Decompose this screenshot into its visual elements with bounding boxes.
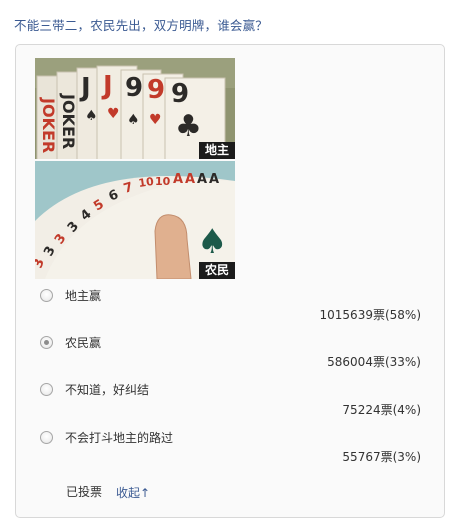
option-label: 地主赢 bbox=[65, 289, 102, 303]
card-a-3: A bbox=[197, 172, 207, 187]
farmer-tag: 农民 bbox=[198, 262, 235, 279]
radio-button[interactable] bbox=[40, 289, 53, 302]
radio-button[interactable] bbox=[40, 383, 53, 396]
heart-icon: ♥ bbox=[149, 112, 162, 128]
spade-icon: ♠ bbox=[85, 108, 98, 124]
radio-button-checked[interactable] bbox=[40, 336, 53, 349]
club-icon: ♣ bbox=[175, 109, 202, 144]
card-joker-black: JOKER bbox=[59, 93, 78, 149]
vote-count: 55767票(3%) bbox=[342, 450, 421, 464]
option-label: 农民赢 bbox=[65, 336, 102, 350]
collapse-link[interactable]: 收起↑ bbox=[116, 484, 150, 501]
option-label: 不知道，好纠结 bbox=[65, 383, 150, 397]
card-10-a: 10 bbox=[138, 175, 155, 190]
card-9-spade: 9 bbox=[125, 73, 143, 103]
farmer-hand-photo: 3 3 3 3 4 5 6 7 10 10 A A A A ♠ 农民 bbox=[35, 161, 235, 279]
card-10-b: 10 bbox=[155, 175, 171, 188]
poll-question: 不能三带二，农民先出，双方明牌，谁会赢？ bbox=[14, 18, 269, 33]
card-9-club: 9 bbox=[171, 79, 189, 109]
landlord-hand-photo: JOKER JOKER J J 9 9 9 ♠ ♥ ♠ ♥ ♣ 地主 bbox=[35, 58, 235, 159]
vote-count: 1015639票(58%) bbox=[319, 308, 421, 322]
landlord-tag: 地主 bbox=[198, 142, 235, 159]
card-a-4: A bbox=[209, 172, 219, 187]
heart-icon: ♥ bbox=[107, 106, 120, 122]
radio-button[interactable] bbox=[40, 431, 53, 444]
card-j-red: J bbox=[101, 71, 113, 101]
vote-count: 75224票(4%) bbox=[342, 403, 421, 417]
option-label: 不会打斗地主的路过 bbox=[65, 431, 174, 445]
spade-icon: ♠ bbox=[127, 112, 140, 128]
card-a-2: A bbox=[185, 172, 195, 187]
spade-icon: ♠ bbox=[197, 222, 227, 262]
card-j-black: J bbox=[79, 73, 91, 103]
voted-status: 已投票 bbox=[66, 485, 103, 499]
vote-count: 586004票(33%) bbox=[327, 355, 421, 369]
card-joker-red: JOKER bbox=[39, 97, 58, 153]
card-a-1: A bbox=[173, 172, 183, 187]
card-9-heart: 9 bbox=[147, 75, 165, 105]
